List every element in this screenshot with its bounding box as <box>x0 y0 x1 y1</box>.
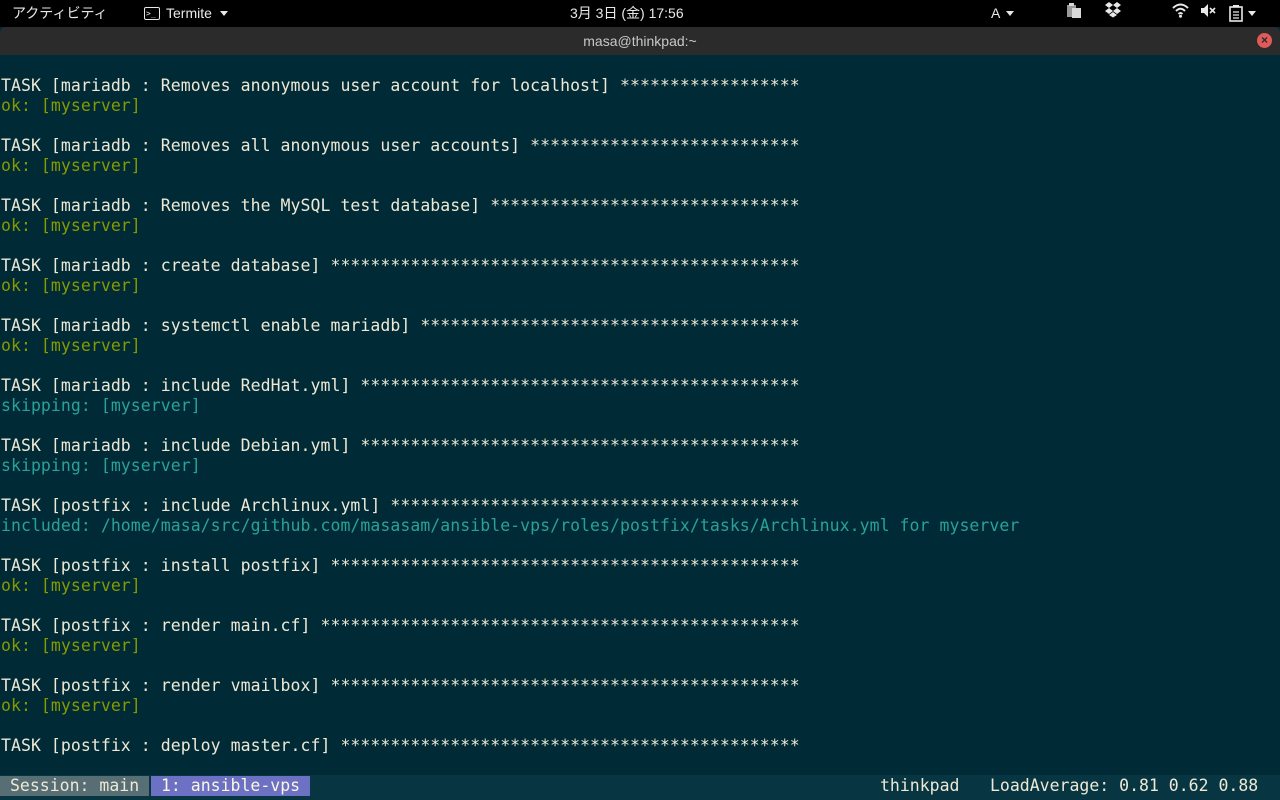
close-icon: × <box>1260 33 1268 47</box>
terminal-line-task: TASK [mariadb : Removes the MySQL test d… <box>1 196 800 215</box>
terminal-line-ok: ok: [myserver] <box>1 636 141 655</box>
terminal-line-task: TASK [postfix : deploy master.cf] ******… <box>1 736 800 755</box>
terminal-line-task: TASK [mariadb : Removes all anonymous us… <box>1 136 800 155</box>
terminal-icon: >_ <box>144 7 160 20</box>
terminal-line-task: TASK [mariadb : Removes anonymous user a… <box>1 76 800 95</box>
blank-line <box>1 176 1019 196</box>
close-button[interactable]: × <box>1257 33 1272 48</box>
terminal-line-task: TASK [postfix : install postfix] *******… <box>1 556 800 575</box>
terminal-line-ok: ok: [myserver] <box>1 276 141 295</box>
window-tab-ansible-vps[interactable]: 1: ansible-vps <box>151 776 311 796</box>
terminal-line-skip: skipping: [myserver] <box>1 456 201 475</box>
chevron-down-icon <box>219 11 228 16</box>
app-menu[interactable]: >_ Termite <box>144 0 228 27</box>
blank-line <box>1 116 1019 136</box>
input-method-menu[interactable]: A <box>991 0 1015 27</box>
terminal-output[interactable]: TASK [mariadb : Removes anonymous user a… <box>0 55 1280 775</box>
blank-line <box>1 356 1019 376</box>
blank-line <box>1 416 1019 436</box>
load-average: LoadAverage: 0.81 0.62 0.88 <box>990 776 1259 795</box>
terminal-line-task: TASK [postfix : include Archlinux.yml] *… <box>1 496 800 515</box>
terminal-line-skip: skipping: [myserver] <box>1 396 201 415</box>
battery-icon[interactable] <box>1229 0 1256 27</box>
terminal-line-task: TASK [postfix : render main.cf] ********… <box>1 616 800 635</box>
activities-button[interactable]: アクティビティ <box>12 0 108 27</box>
terminal-line-ok: ok: [myserver] <box>1 336 141 355</box>
window-title: masa@thinkpad:~ <box>583 33 697 49</box>
wifi-icon[interactable] <box>1172 0 1189 27</box>
hostname-label: thinkpad <box>880 776 960 795</box>
window-titlebar[interactable]: masa@thinkpad:~ × <box>0 27 1280 55</box>
app-name: Termite <box>166 5 212 21</box>
blank-line <box>1 596 1019 616</box>
blank-line <box>1 476 1019 496</box>
terminal-line-inc: included: /home/masa/src/github.com/masa… <box>1 516 1020 535</box>
chevron-down-icon <box>1248 11 1256 16</box>
terminal-line-task: TASK [postfix : render vmailbox] *******… <box>1 676 800 695</box>
blank-line <box>1 536 1019 556</box>
input-method-label: A <box>991 5 1001 21</box>
terminal-line-ok: ok: [myserver] <box>1 156 141 175</box>
blank-line <box>1 236 1019 256</box>
blank-line <box>1 656 1019 676</box>
terminal-line-ok: ok: [myserver] <box>1 696 141 715</box>
session-label: Session: main <box>0 776 150 796</box>
terminal-lines: TASK [mariadb : Removes anonymous user a… <box>1 76 1019 756</box>
blank-line <box>1 716 1019 736</box>
top-bar: アクティビティ >_ Termite 3月 3日 (金) 17:56 A <box>0 0 1280 27</box>
terminal-line-ok: ok: [myserver] <box>1 576 141 595</box>
terminal-line-task: TASK [mariadb : include Debian.yml] ****… <box>1 436 800 455</box>
terminal-line-task: TASK [mariadb : systemctl enable mariadb… <box>1 316 800 335</box>
terminal-line-task: TASK [mariadb : include RedHat.yml] ****… <box>1 376 800 395</box>
blank-line <box>1 296 1019 316</box>
terminal-line-ok: ok: [myserver] <box>1 216 141 235</box>
terminal-line-task: TASK [mariadb : create database] *******… <box>1 256 800 275</box>
dropbox-icon[interactable] <box>1104 0 1122 27</box>
chevron-down-icon <box>1006 11 1015 16</box>
tmux-status-bar: Session: main 1: ansible-vps thinkpad Lo… <box>0 775 1280 800</box>
clock[interactable]: 3月 3日 (金) 17:56 <box>570 0 684 27</box>
clipboard-icon[interactable] <box>1066 0 1082 27</box>
terminal-line-ok: ok: [myserver] <box>1 96 141 115</box>
volume-muted-icon[interactable] <box>1200 0 1217 27</box>
